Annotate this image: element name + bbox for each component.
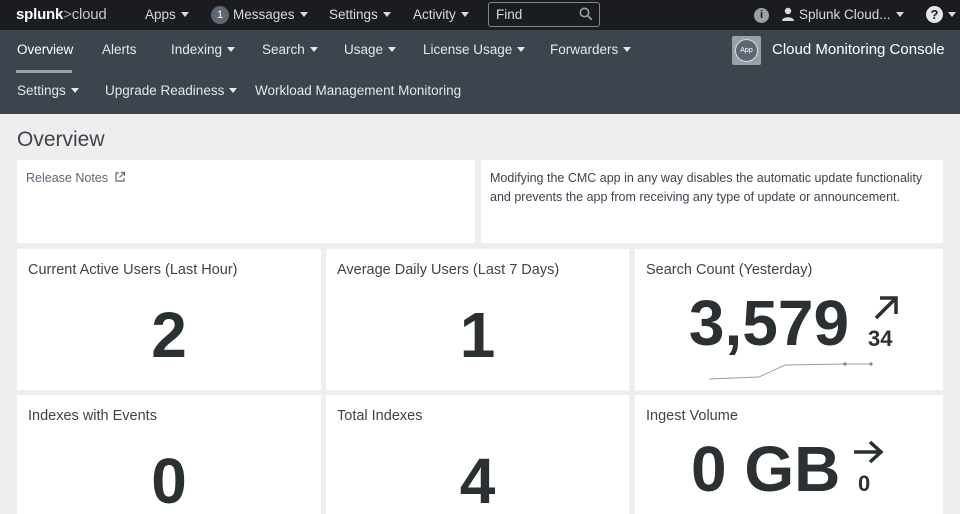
chevron-down-icon (388, 47, 397, 52)
nav-forwarders[interactable]: Forwarders (550, 40, 632, 60)
single-value: 2 (151, 299, 187, 371)
help-menu[interactable]: ? (926, 0, 956, 30)
user-icon (782, 7, 794, 21)
nav-workload-management-monitoring[interactable]: Workload Management Monitoring (255, 81, 461, 101)
user-menu-label: Splunk Cloud... (799, 7, 891, 22)
panel-title: Average Daily Users (Last 7 Days) (337, 262, 560, 278)
help-icon: ? (926, 6, 943, 23)
trend-delta: 0 (858, 471, 871, 496)
apps-menu[interactable]: Apps (145, 0, 189, 30)
single-value: 0 GB (691, 433, 841, 505)
arrow-up-right-icon (874, 296, 898, 320)
nav-settings-label: Settings (17, 83, 66, 98)
panel-title: Search Count (Yesterday) (646, 262, 813, 278)
messages-count-badge: 1 (211, 6, 229, 24)
single-value: 3,579 (688, 287, 850, 359)
nav-forwarders-label: Forwarders (550, 42, 619, 57)
chevron-down-icon (229, 88, 238, 93)
messages-menu[interactable]: 1 Messages (211, 0, 308, 30)
nav-overview[interactable]: Overview (17, 40, 73, 60)
panel-title: Indexes with Events (28, 408, 157, 424)
chevron-down-icon (948, 12, 956, 17)
arrow-right-icon (854, 440, 884, 464)
app-navigation-bar: Overview Alerts Indexing Search Usage Li… (0, 30, 960, 114)
page-title: Overview (17, 128, 105, 151)
settings-menu[interactable]: Settings (329, 0, 391, 30)
nav-search[interactable]: Search (262, 40, 318, 60)
chevron-down-icon (460, 12, 469, 17)
activity-menu[interactable]: Activity (413, 0, 469, 30)
nav-alerts-label: Alerts (102, 42, 137, 57)
single-value: 0 (151, 445, 187, 514)
chevron-down-icon (623, 47, 632, 52)
chevron-down-icon (517, 47, 526, 52)
app-title[interactable]: Cloud Monitoring Console (772, 41, 945, 58)
settings-menu-label: Settings (329, 7, 378, 22)
app-icon-label: App (735, 39, 758, 62)
nav-settings[interactable]: Settings (17, 81, 79, 101)
apps-menu-label: Apps (145, 7, 176, 22)
single-value: 4 (459, 445, 496, 514)
search-icon[interactable] (579, 7, 593, 21)
messages-menu-label: Messages (233, 7, 295, 22)
logo-separator: > (63, 6, 72, 23)
chevron-down-icon (227, 47, 236, 52)
info-button[interactable]: i (754, 0, 769, 30)
search-count-panel: Search Count (Yesterday) 3,579 34 (635, 249, 943, 390)
chevron-down-icon (895, 12, 904, 17)
find-box (488, 2, 600, 27)
find-input[interactable] (489, 3, 575, 26)
info-icon: i (754, 8, 769, 23)
panel-title: Current Active Users (Last Hour) (28, 262, 238, 278)
cmc-notice-text: Modifying the CMC app in any way disable… (490, 171, 923, 204)
nav-indexing[interactable]: Indexing (171, 40, 236, 60)
logo-splunk-text: splunk (16, 6, 64, 23)
nav-license-usage[interactable]: License Usage (423, 40, 526, 60)
indexes-with-events-panel: Indexes with Events 0 (17, 395, 321, 514)
splunk-cloud-logo[interactable]: splunk>cloud (16, 0, 107, 30)
chevron-down-icon (70, 88, 79, 93)
current-active-users-panel: Current Active Users (Last Hour) 2 (17, 249, 321, 390)
cmc-notice-panel: Modifying the CMC app in any way disable… (481, 160, 943, 243)
nav-usage[interactable]: Usage (344, 40, 397, 60)
nav-overview-label: Overview (17, 42, 74, 57)
nav-license-usage-label: License Usage (423, 42, 513, 57)
nav-upgrade-readiness-label: Upgrade Readiness (105, 83, 225, 98)
activity-menu-label: Activity (413, 7, 456, 22)
app-icon: App (732, 36, 761, 65)
panel-title: Total Indexes (337, 408, 423, 424)
release-notes-label: Release Notes (26, 171, 108, 185)
chevron-down-icon (180, 12, 189, 17)
panel-title: Ingest Volume (646, 408, 738, 424)
release-notes-panel: Release Notes (17, 160, 475, 243)
sparkline (708, 362, 873, 380)
nav-search-label: Search (262, 42, 305, 57)
nav-alerts[interactable]: Alerts (102, 40, 137, 60)
external-link-icon (115, 171, 126, 182)
single-value: 1 (459, 299, 496, 371)
chevron-down-icon (299, 12, 308, 17)
average-daily-users-panel: Average Daily Users (Last 7 Days) 1 (326, 249, 629, 390)
logo-cloud-text: cloud (71, 6, 107, 23)
nav-workload-management-monitoring-label: Workload Management Monitoring (255, 83, 462, 98)
total-indexes-panel: Total Indexes 4 (326, 395, 629, 514)
nav-upgrade-readiness[interactable]: Upgrade Readiness (105, 81, 238, 101)
ingest-volume-panel: Ingest Volume 0 GB 0 (635, 395, 943, 514)
nav-indexing-label: Indexing (171, 42, 223, 57)
user-menu[interactable]: Splunk Cloud... (781, 0, 904, 30)
trend-delta: 34 (868, 326, 893, 351)
chevron-down-icon (309, 47, 318, 52)
active-tab-indicator (16, 70, 72, 73)
chevron-down-icon (382, 12, 391, 17)
release-notes-link[interactable]: Release Notes (26, 171, 126, 185)
splunk-top-bar: splunk>cloud Apps 1 Messages Settings Act… (0, 0, 960, 30)
nav-usage-label: Usage (344, 42, 384, 57)
